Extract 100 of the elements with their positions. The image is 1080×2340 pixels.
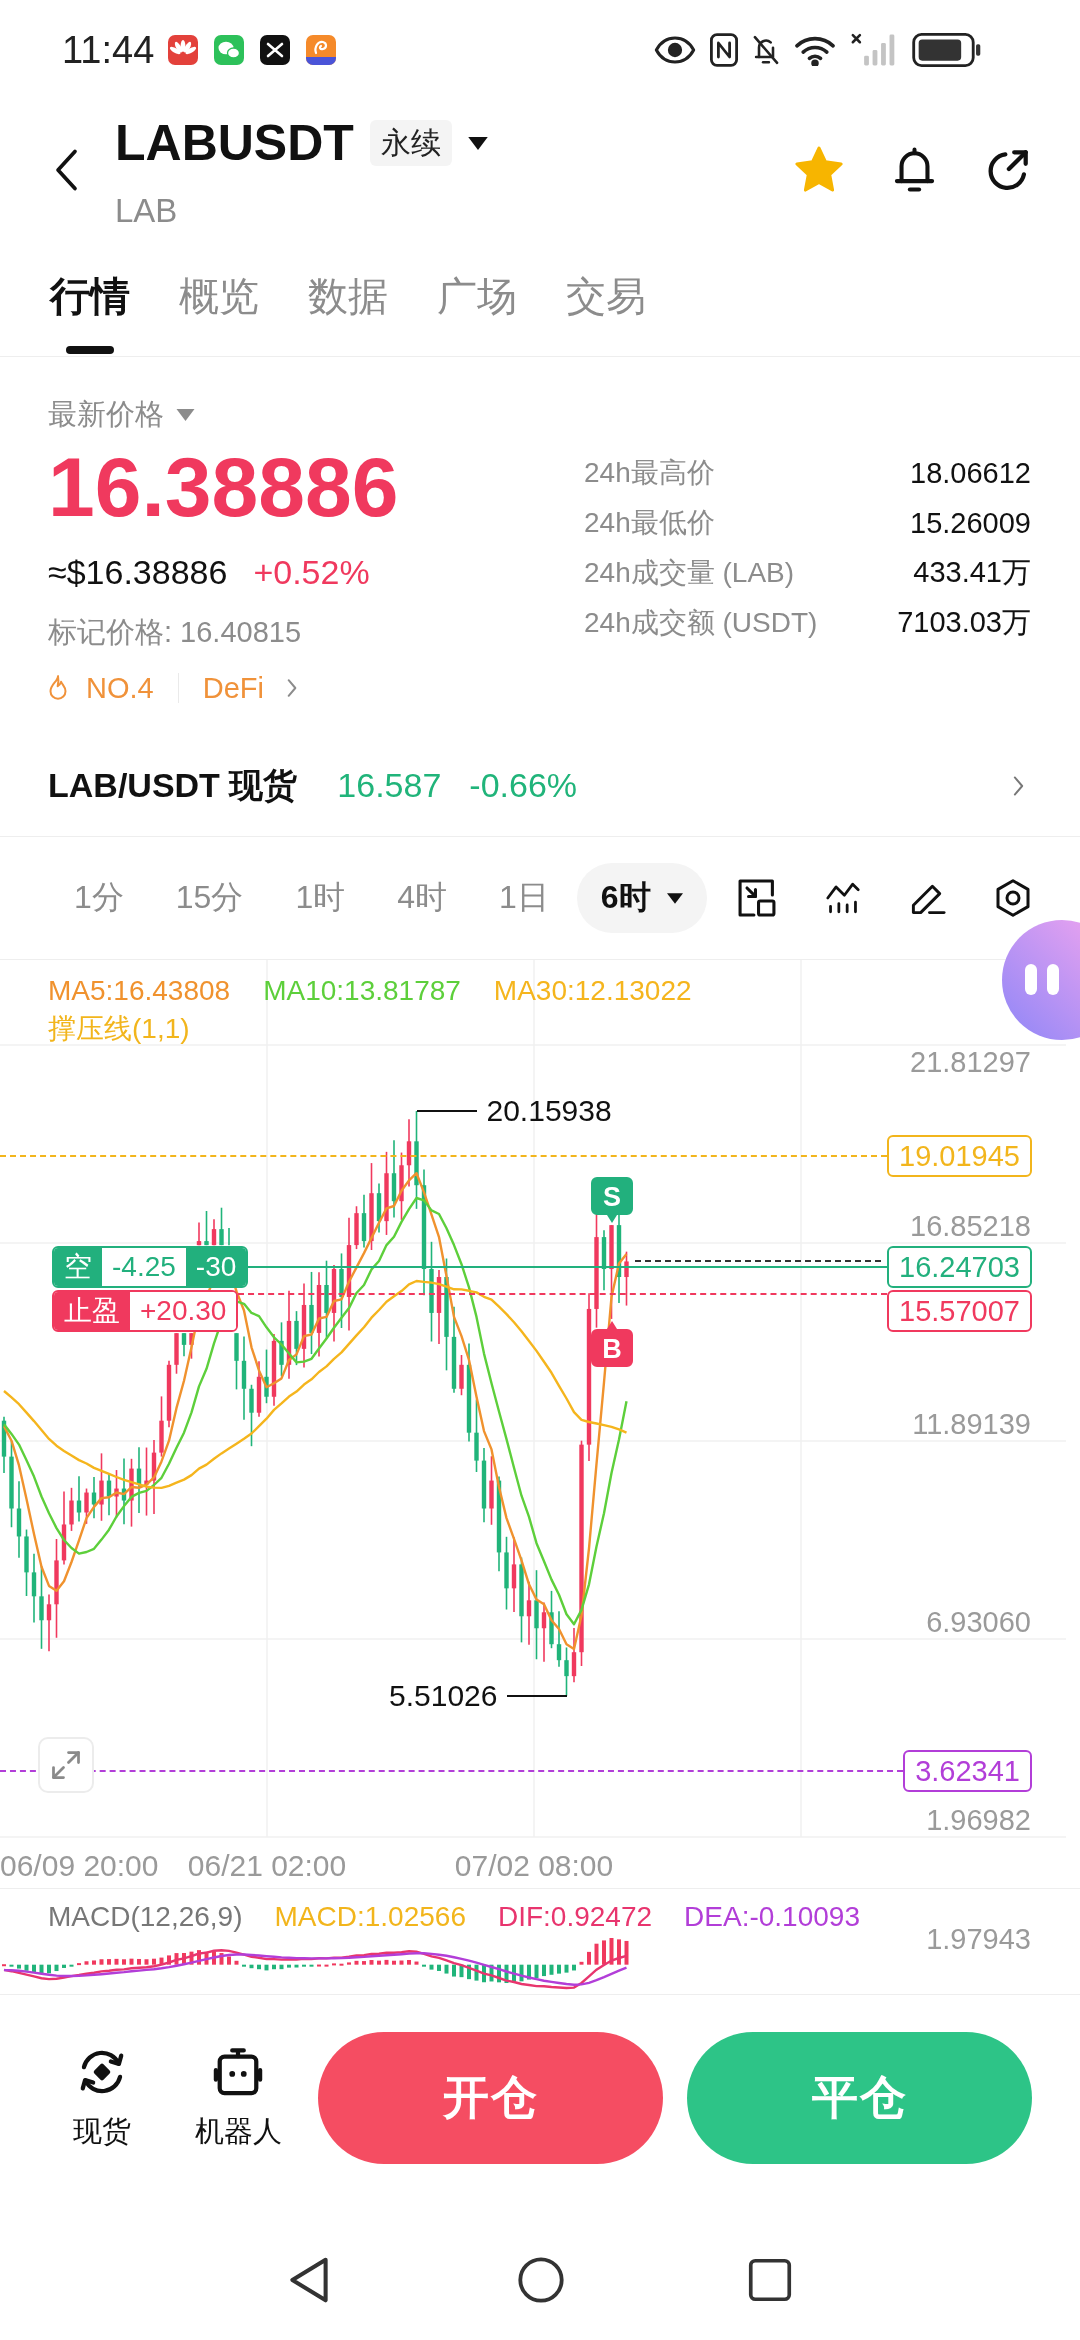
candle: [211, 1218, 217, 1246]
histogram-bar: [474, 1964, 479, 1981]
usd-price: ≈$16.38886: [48, 552, 228, 592]
sell-signal-marker: S: [590, 1177, 633, 1224]
histogram-bar: [279, 1964, 284, 1970]
histogram-bar: [617, 1939, 621, 1965]
candle: [556, 1610, 562, 1668]
price-type-selector[interactable]: 最新价格: [48, 395, 399, 435]
back-icon[interactable]: [54, 148, 79, 192]
indicator-axis-label: 1.97943: [926, 1924, 1031, 1954]
histogram-bar: [594, 1943, 599, 1965]
symbol-title: LABUSDT: [115, 114, 354, 172]
tab[interactable]: 概览: [179, 270, 259, 356]
sector-link[interactable]: DeFi: [202, 671, 264, 705]
interval-tab[interactable]: 6时: [576, 863, 707, 933]
back-icon[interactable]: [288, 2256, 330, 2304]
histogram-bar: [219, 1953, 224, 1965]
price-change: +0.52%: [253, 552, 370, 592]
histogram-bar: [527, 1964, 531, 1980]
mark-price: 标记价格: 16.40815: [48, 615, 303, 650]
buy-signal-marker: B: [590, 1320, 633, 1367]
histogram-bar: [384, 1959, 389, 1965]
candle: [406, 1118, 412, 1188]
histogram-bar: [482, 1964, 486, 1983]
candle: [354, 1205, 359, 1250]
candle: [256, 1360, 262, 1418]
histogram-bar: [234, 1960, 239, 1965]
tab[interactable]: 交易: [566, 270, 646, 356]
robot-icon: [213, 2046, 263, 2097]
caret-icon: [176, 409, 195, 421]
nfc-icon: [710, 33, 738, 67]
close-position-button[interactable]: 平仓: [687, 2031, 1032, 2164]
interval-tab[interactable]: 1日: [475, 863, 573, 933]
expand-icon: [51, 1750, 81, 1780]
histogram-bar: [452, 1964, 456, 1977]
interval-tab[interactable]: 15分: [151, 863, 268, 933]
histogram-bar: [347, 1962, 351, 1965]
chevron-right-icon[interactable]: [285, 678, 298, 698]
contract-type-tag[interactable]: 永续: [369, 120, 452, 166]
histogram-bar: [17, 1964, 21, 1969]
expand-button[interactable]: [38, 1737, 94, 1793]
interval-tab[interactable]: 1分: [50, 863, 148, 933]
histogram-bar: [309, 1964, 314, 1967]
candle: [69, 1487, 74, 1532]
candle: [76, 1475, 82, 1523]
histogram-bar: [557, 1964, 561, 1974]
stat-value: 7103.03万: [897, 605, 1031, 640]
histogram-bar: [107, 1959, 111, 1965]
histogram-bar: [287, 1964, 291, 1968]
robot-shortcut[interactable]: 机器人: [183, 2046, 293, 2149]
histogram-bar: [129, 1958, 134, 1965]
candle: [376, 1182, 382, 1234]
indicator-value: DIF:0.92472: [497, 1900, 653, 1934]
open-position-button[interactable]: 开仓: [318, 2031, 663, 2164]
candle: [24, 1528, 29, 1597]
chat-app-icon: [214, 35, 245, 65]
chart-line-icon[interactable]: [825, 881, 861, 915]
histogram-bar: [227, 1956, 231, 1965]
tag-label: 空: [54, 1248, 102, 1287]
caret-icon[interactable]: [467, 136, 488, 150]
histogram-bar: [609, 1938, 614, 1965]
recents-icon[interactable]: [748, 2258, 792, 2302]
caret-icon: [666, 892, 683, 904]
candle: [144, 1446, 149, 1517]
histogram-bar: [182, 1953, 186, 1965]
leader-line: [416, 1110, 477, 1112]
candle: [601, 1229, 607, 1291]
moving-average-label: MA30:12.13022: [493, 974, 692, 1008]
settings-icon[interactable]: [995, 878, 1031, 918]
bowtie-app-icon: [260, 35, 291, 65]
tag-label: 止盈: [54, 1292, 130, 1331]
histogram-bar: [587, 1951, 591, 1965]
histogram-bar: [429, 1964, 434, 1970]
interval-tab[interactable]: 4时: [373, 863, 471, 933]
swirl-app-icon: [306, 35, 337, 65]
candle: [361, 1193, 367, 1249]
candle: [196, 1221, 202, 1246]
histogram-bar: [422, 1964, 426, 1967]
candle: [624, 1250, 629, 1307]
candle: [279, 1321, 284, 1377]
spot-shortcut[interactable]: 现货: [52, 2046, 152, 2149]
histogram-bar: [392, 1960, 396, 1965]
star-icon[interactable]: [794, 146, 844, 194]
chevron-right-icon[interactable]: [1012, 774, 1025, 797]
last-price: 16.38886: [48, 442, 399, 532]
candle: [249, 1384, 254, 1447]
tab[interactable]: 广场: [437, 270, 517, 356]
stat-label: 24h成交额 (USDT): [584, 606, 818, 640]
tab[interactable]: 数据: [308, 270, 388, 356]
home-icon[interactable]: [518, 2257, 564, 2303]
base-asset: LAB: [115, 191, 179, 231]
histogram-bar: [152, 1958, 156, 1965]
histogram-bar: [489, 1964, 494, 1982]
candle: [31, 1553, 37, 1624]
flame-icon: [48, 674, 68, 702]
picture-in-picture-icon[interactable]: [737, 878, 777, 918]
tab[interactable]: 行情: [50, 270, 130, 356]
interval-tab[interactable]: 1时: [271, 863, 370, 933]
price-level-label: 16.24703: [887, 1246, 1032, 1289]
histogram-bar: [624, 1940, 629, 1965]
